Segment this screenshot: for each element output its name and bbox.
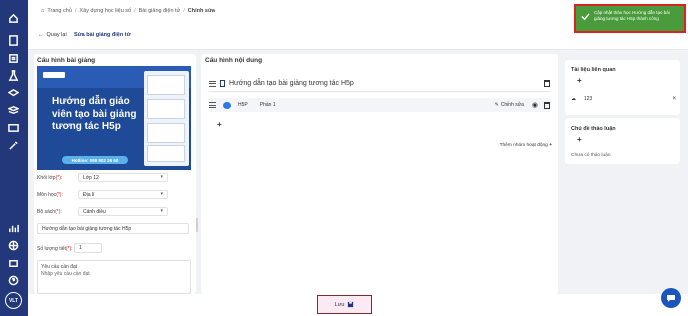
drag-handle-icon[interactable]	[209, 102, 216, 108]
add-activity-button[interactable]: +	[217, 120, 222, 129]
cloud-icon: ☁	[571, 96, 576, 102]
drag-handle-icon[interactable]	[209, 80, 216, 87]
panel-title: Chủ đề thảo luận	[571, 126, 616, 132]
close-icon[interactable]: ×	[672, 96, 676, 102]
help-icon[interactable]	[7, 274, 20, 287]
bookset-select[interactable]: Cánh diều ▾	[78, 207, 168, 216]
doc-item: ☁ 123 ×	[571, 96, 676, 102]
toast-message: Cập nhật thảo học Hướng dẫn tạo bài giản…	[594, 10, 670, 21]
save-button[interactable]: Lưu	[317, 295, 372, 314]
lesson-title: Hướng dẫn tạo bài giảng tương tác H5p	[229, 80, 354, 87]
related-docs-panel: Tài liệu liên quan + ☁ 123 ×	[565, 60, 680, 115]
globe-icon[interactable]	[7, 239, 20, 252]
chart-icon[interactable]	[7, 222, 20, 235]
grade-select[interactable]: Lớp 12 ▾	[78, 173, 168, 182]
subject-label: Môn học(*):	[37, 192, 63, 198]
panel-title: Cấu hình bài giảng	[37, 57, 96, 64]
document-icon[interactable]	[7, 34, 20, 47]
lesson-thumbnail[interactable]: Hướng dẫn giáo viên tạo bài giảng tương …	[37, 66, 191, 170]
book-icon[interactable]	[7, 52, 20, 65]
add-topic-button[interactable]: +	[577, 135, 582, 144]
grade-label: Khối lớp(*):	[37, 175, 63, 181]
arrow-left-icon: ←	[38, 32, 44, 38]
flask-icon[interactable]	[7, 69, 20, 82]
breadcrumb: ⌂ Trang chủ / Xây dựng học liệu số / Bài…	[41, 8, 215, 14]
back-label: Quay lại	[46, 32, 67, 38]
add-doc-button[interactable]: +	[577, 76, 582, 85]
period-input[interactable]: 1	[74, 243, 102, 253]
breadcrumb-l1[interactable]: Xây dựng học liệu số	[79, 8, 131, 14]
eye-icon[interactable]: ◉	[532, 101, 538, 109]
requirements-title: Yêu cầu cần đạt	[41, 264, 78, 270]
hero-text: Hướng dẫn giáo viên tạo bài giảng tương …	[52, 96, 137, 132]
panel-title: Cấu hình nội dung	[205, 57, 263, 64]
lesson-row: Hướng dẫn tạo bài giảng tương tác H5p	[209, 76, 550, 92]
lesson-name-input[interactable]: Hướng dẫn tạo bài giảng tương tác H5p	[37, 223, 189, 234]
tools-icon[interactable]	[7, 139, 20, 152]
folder-icon[interactable]	[7, 121, 20, 134]
breadcrumb-home[interactable]: Trang chủ	[47, 8, 72, 14]
logo-icon	[43, 72, 65, 78]
edit-icon: ✎	[494, 102, 499, 108]
activity-name: Phần 1	[259, 102, 276, 108]
panel-title: Tài liệu liên quan	[571, 67, 616, 73]
users-icon[interactable]	[7, 257, 20, 270]
bookset-label: Bộ sách(*):	[37, 209, 62, 215]
success-toast: Cập nhật thảo học Hướng dẫn tạo bài giản…	[574, 4, 686, 33]
trash-icon[interactable]	[544, 80, 550, 87]
avatar[interactable]: VLT	[5, 292, 22, 309]
breadcrumb-current: Chỉnh sửa	[187, 8, 215, 14]
lesson-config-panel: Cấu hình bài giảng Hướng dẫn giáo viên t…	[34, 54, 196, 294]
hotline: Hotline: 098 902 26 60	[62, 156, 128, 164]
empty-topics: Chưa có thảo luận	[571, 153, 611, 158]
save-icon	[348, 301, 354, 308]
activity-row: H5P Phần 1 ✎ Chỉnh sửa ◉	[209, 98, 550, 112]
activity-type: H5P	[238, 102, 248, 108]
home-icon[interactable]	[7, 12, 20, 25]
chevron-down-icon: ▾	[160, 208, 163, 214]
h5p-icon	[223, 101, 231, 109]
edit-button[interactable]: ✎ Chỉnh sửa	[495, 102, 524, 108]
cap-icon[interactable]	[7, 87, 20, 100]
screenshot-preview	[144, 71, 189, 166]
chat-icon	[667, 295, 675, 302]
page-title: Sửa bài giảng điện tử	[74, 32, 131, 38]
chevron-down-icon: ▾	[160, 191, 163, 197]
back-button[interactable]: ← Quay lại	[38, 32, 67, 38]
save-label: Lưu	[334, 301, 345, 308]
chat-button[interactable]	[661, 288, 681, 308]
home-icon: ⌂	[41, 8, 45, 14]
sidebar: VLT	[0, 0, 28, 316]
trash-icon[interactable]	[544, 101, 550, 109]
requirements-placeholder: Nhập yêu cầu cần đạt	[41, 271, 90, 277]
content-config-panel: Cấu hình nội dung Hướng dẫn tạo bài giản…	[201, 54, 558, 294]
discussion-panel: Chủ đề thảo luận + Chưa có thảo luận	[565, 118, 680, 164]
check-icon	[581, 13, 590, 21]
period-label: Số lượng tiết(*):	[37, 246, 73, 252]
book-icon	[220, 80, 225, 87]
subject-select[interactable]: Địa lí ▾	[78, 190, 168, 199]
add-group-button[interactable]: Thêm nhóm hoạt động +	[500, 143, 552, 148]
scrollbar[interactable]	[196, 218, 198, 232]
chevron-down-icon: ▾	[160, 174, 163, 180]
avatar-initials: VLT	[8, 297, 19, 304]
breadcrumb-l2[interactable]: Bài giảng điện tử	[139, 8, 181, 14]
layers-icon[interactable]	[7, 104, 20, 117]
requirements-textarea[interactable]: Yêu cầu cần đạt Nhập yêu cầu cần đạt	[37, 260, 191, 294]
